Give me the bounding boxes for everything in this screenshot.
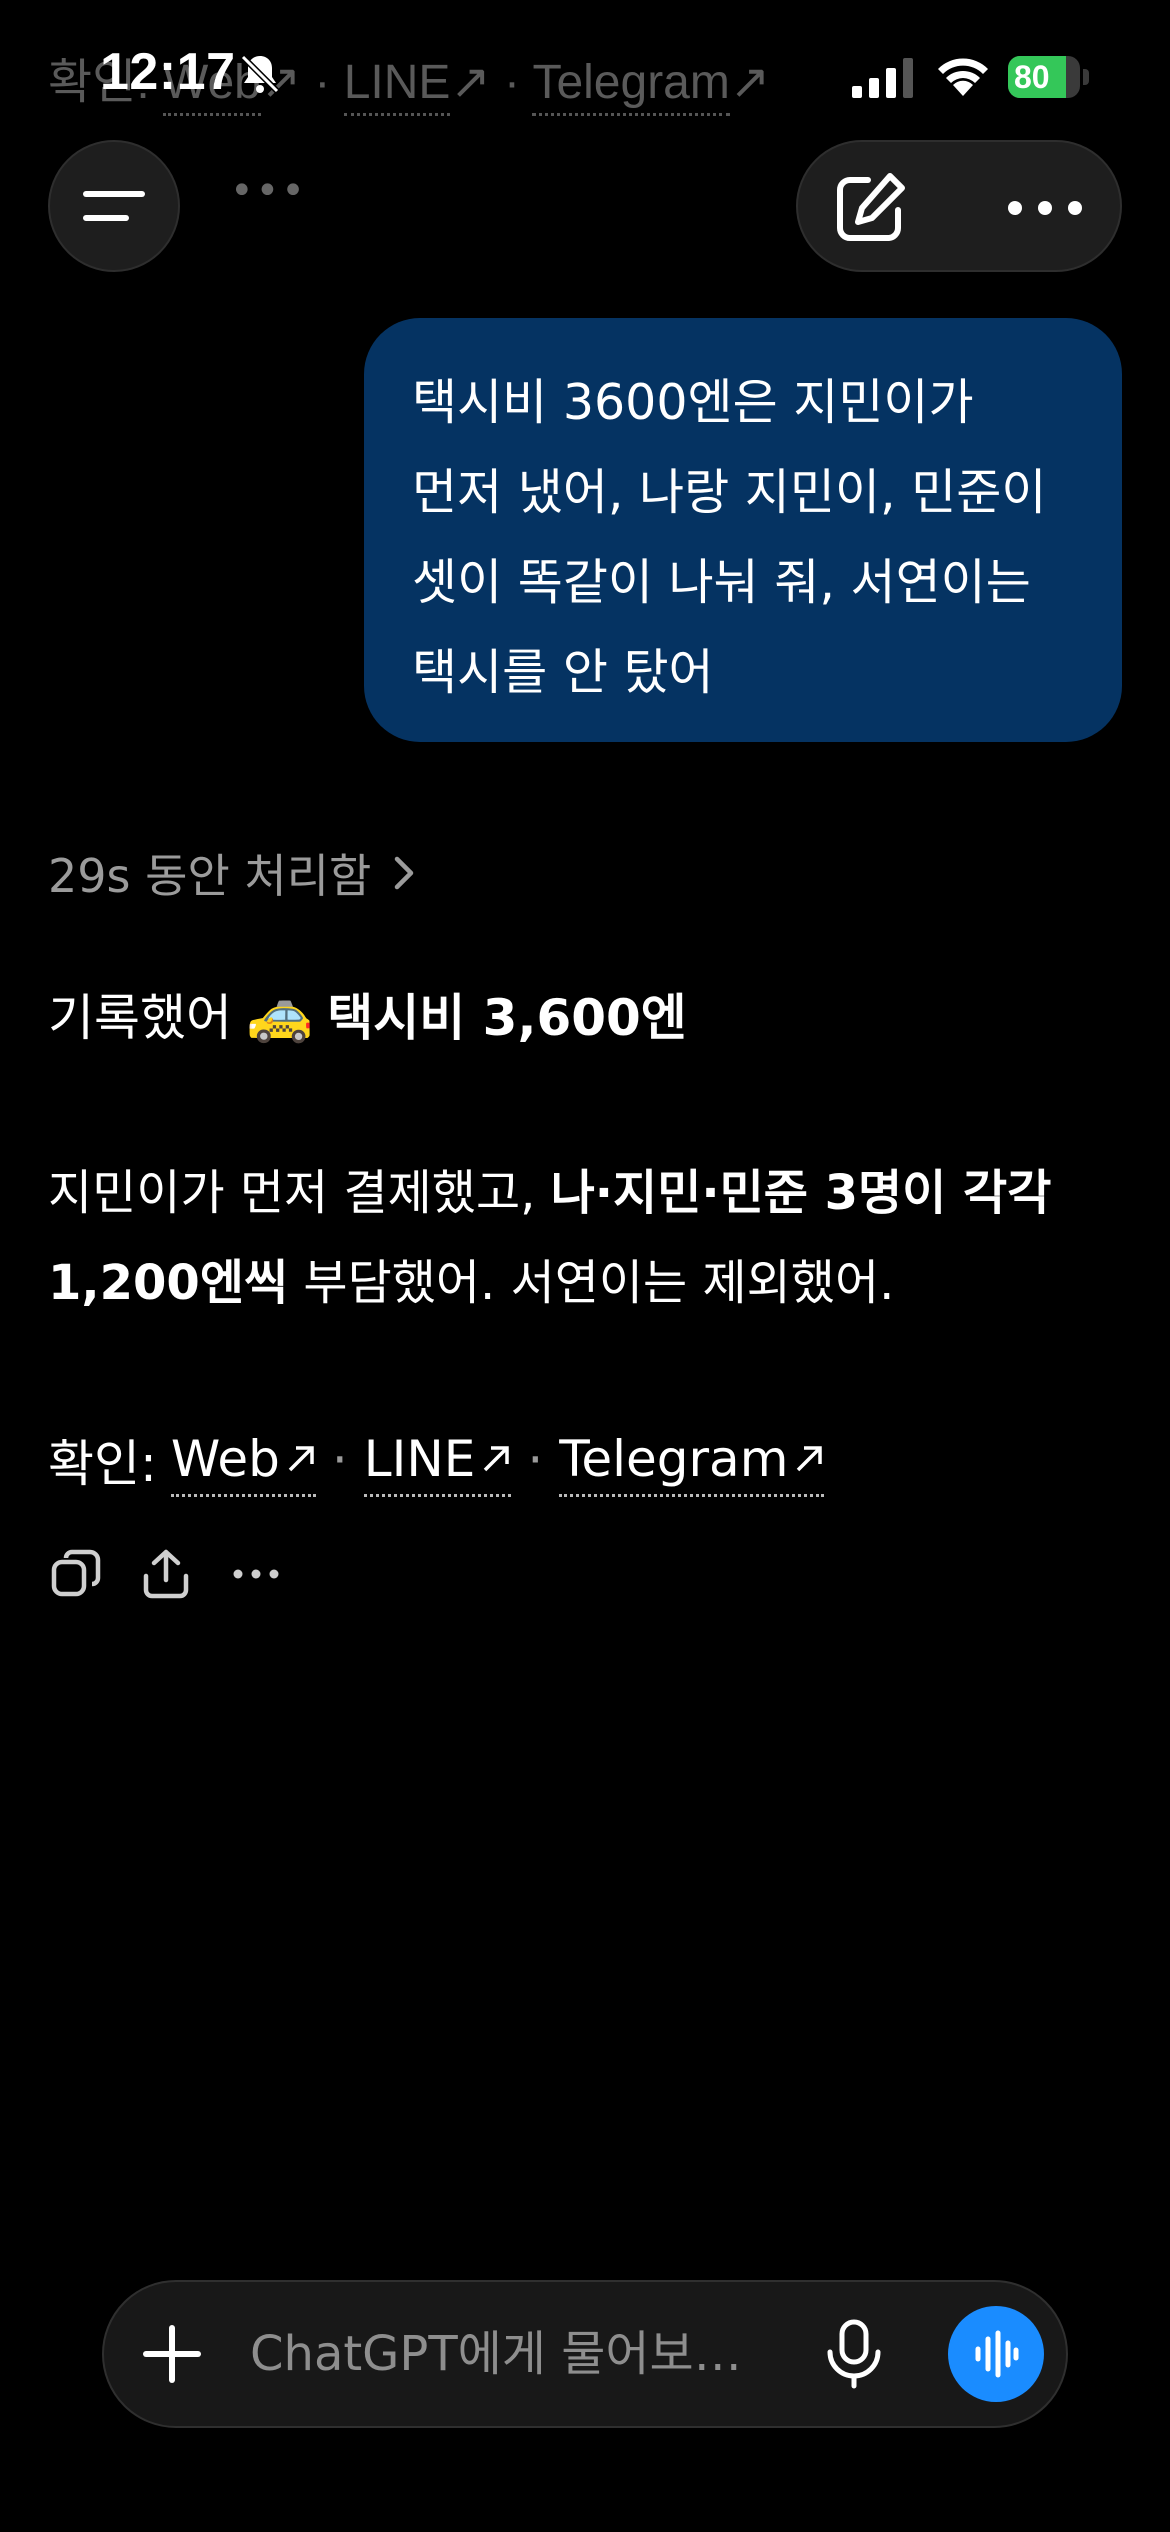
- voice-mode-button[interactable]: [948, 2306, 1044, 2402]
- external-arrow-icon: [797, 1446, 823, 1472]
- plus-icon[interactable]: [140, 2322, 204, 2386]
- bell-slash-icon: [240, 54, 280, 94]
- thinking-duration-toggle[interactable]: 29s 동안 처리함: [48, 840, 417, 906]
- status-time: 12:17: [100, 43, 236, 101]
- more-icon[interactable]: [1000, 178, 1090, 238]
- mic-icon[interactable]: [818, 2318, 890, 2390]
- link-line[interactable]: LINE: [363, 1430, 512, 1497]
- share-icon[interactable]: [138, 1546, 194, 1602]
- chevron-right-icon: [395, 856, 414, 890]
- wifi-icon: [938, 58, 988, 96]
- menu-button[interactable]: [48, 140, 180, 272]
- taxi-icon: 🚕: [246, 982, 314, 1045]
- edit-icon[interactable]: [830, 168, 910, 248]
- battery-indicator: 80: [1008, 56, 1090, 98]
- message-input-placeholder: ChatGPT에게 물어보…: [250, 2326, 742, 2382]
- copy-icon[interactable]: [48, 1546, 104, 1602]
- cellular-signal-icon: [852, 58, 913, 98]
- user-message-text: 택시비 3600엔은 지민이가 먼저 냈어, 나랑 지민이, 민준이 셋이 똑같…: [412, 374, 1047, 701]
- external-arrow-icon: [484, 1446, 510, 1472]
- thinking-label: 29s 동안 처리함: [48, 849, 372, 903]
- confirm-links: 확인: Web · LINE · Telegram: [48, 1422, 825, 1497]
- user-message-bubble: 택시비 3600엔은 지민이가 먼저 냈어, 나랑 지민이, 민준이 셋이 똑같…: [364, 318, 1122, 742]
- more-icon[interactable]: [228, 1546, 284, 1602]
- external-arrow-icon: [288, 1446, 314, 1472]
- link-telegram[interactable]: Telegram: [559, 1430, 825, 1497]
- ghost-more-icon: •••: [230, 168, 307, 214]
- menu-icon: [83, 191, 145, 221]
- assistant-reply-line-1: 기록했어 🚕 택시비 3,600엔: [48, 982, 687, 1047]
- message-input[interactable]: ChatGPT에게 물어보…: [250, 2322, 742, 2386]
- link-web[interactable]: Web: [170, 1430, 316, 1497]
- status-bar: 확인: Web↗ · LINE↗ · Telegram↗ 12:17 80: [0, 0, 1170, 150]
- voice-waveform-icon: [975, 2330, 1019, 2378]
- assistant-reply-paragraph: 지민이가 먼저 결제했고, 나·지민·민준 3명이 각각 1,200엔씩 부담했…: [48, 1165, 1052, 1311]
